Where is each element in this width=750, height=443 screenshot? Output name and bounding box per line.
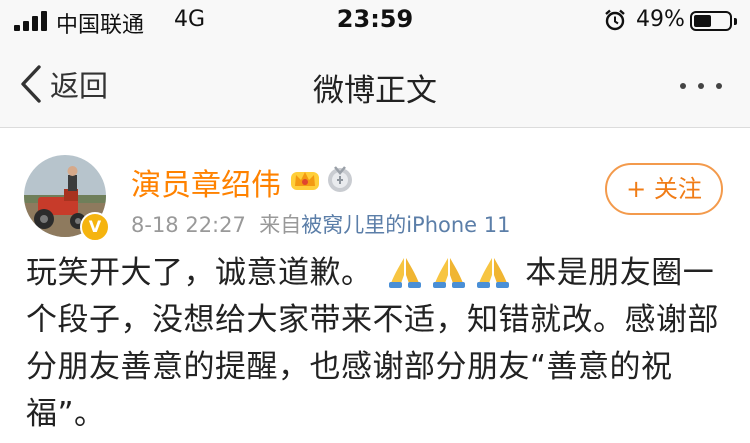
follow-button[interactable]: + 关注 [605,163,723,215]
page-title: 微博正文 [313,73,437,109]
folded-hands-emoji-3 [471,255,515,291]
post-text-part1: 玩笑开大了，诚意道歉。 [26,255,373,291]
post-date: 8-18 22:27 [131,213,246,237]
folded-hands-icon [388,258,421,288]
source-device[interactable]: 被窝儿里的iPhone 11 [301,213,510,237]
alarm-icon [605,9,625,31]
back-button[interactable]: 返回 [18,62,108,106]
source-prefix: 来自 [259,213,302,237]
battery-percent: 49% [636,7,685,32]
folded-hands-icon [476,258,509,288]
status-bar: 中国联通 4G 23:59 49% [0,0,750,42]
post-text: 玩笑开大了，诚意道歉。 本是朋友圈一个段子，没想给大家带来不适，知错就改。感谢部… [26,250,726,438]
nav-bar: 返回 微博正文 [0,42,750,128]
verified-badge: V [80,212,110,242]
medal-icon [328,166,352,192]
more-options-button[interactable] [676,78,726,94]
folded-hands-emoji-2 [427,255,471,291]
folded-hands-emoji-1 [383,255,427,291]
battery-fill [694,15,711,27]
author-name[interactable]: 演员章绍伟 [131,160,281,204]
battery-icon [690,11,737,31]
back-label: 返回 [50,69,109,103]
chevron-left-icon [21,65,41,103]
folded-hands-icon [432,258,465,288]
crown-icon [291,172,319,190]
post-meta: 8-18 22:27 来自被窝儿里的iPhone 11 [131,209,511,239]
